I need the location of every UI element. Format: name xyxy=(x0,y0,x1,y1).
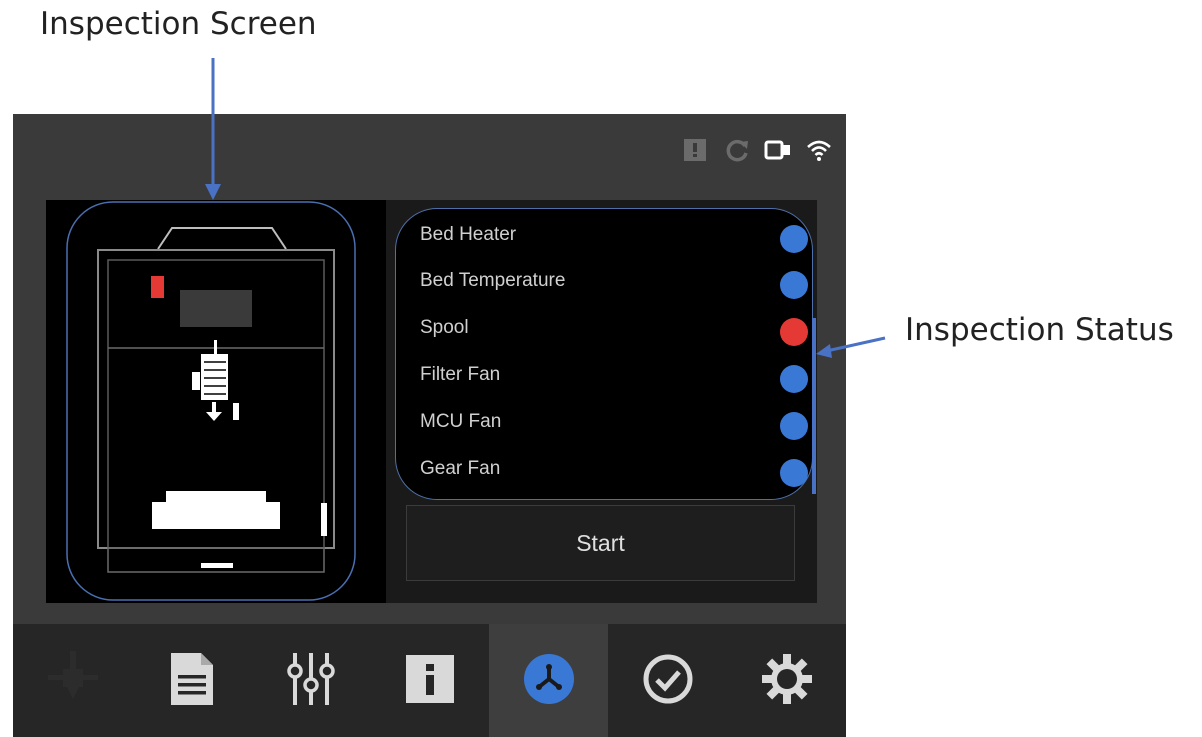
status-label: Spool xyxy=(420,317,469,338)
status-bar xyxy=(13,114,846,186)
inspection-status-callout: Inspection Status xyxy=(905,312,1174,348)
status-indicator-ok xyxy=(780,225,808,253)
tab-files[interactable] xyxy=(132,624,251,737)
tab-nozzle[interactable] xyxy=(13,624,132,737)
tab-settings[interactable] xyxy=(727,624,846,737)
camera-icon xyxy=(764,138,792,166)
tab-adjustments[interactable] xyxy=(251,624,370,737)
wifi-icon xyxy=(806,138,832,166)
inspection-panel: Bed Heater Bed Temperature Spool Filter … xyxy=(46,200,817,603)
checkmark-icon xyxy=(642,653,694,709)
document-icon xyxy=(170,652,213,709)
printer-diagram xyxy=(46,200,386,603)
status-row-mcu-fan: MCU Fan xyxy=(420,407,810,443)
inspection-screen-callout: Inspection Screen xyxy=(40,6,317,42)
status-row-gear-fan: Gear Fan xyxy=(420,454,810,490)
refresh-icon xyxy=(726,138,750,166)
gear-icon xyxy=(761,653,813,709)
printer-touchscreen: Bed Heater Bed Temperature Spool Filter … xyxy=(13,114,846,737)
nozzle-icon xyxy=(47,650,98,711)
status-indicator-error xyxy=(780,318,808,346)
status-indicator-ok xyxy=(780,271,808,299)
inspection-icon xyxy=(523,653,575,709)
status-row-bed-temperature: Bed Temperature xyxy=(420,266,810,302)
tab-info[interactable] xyxy=(370,624,489,737)
spool-indicator xyxy=(151,276,164,298)
tab-inspection[interactable] xyxy=(489,624,608,737)
status-label: Filter Fan xyxy=(420,364,501,385)
status-row-filter-fan: Filter Fan xyxy=(420,360,810,396)
status-label: Bed Heater xyxy=(420,224,517,245)
status-row-spool: Spool xyxy=(420,313,810,349)
status-row-bed-heater: Bed Heater xyxy=(420,220,810,256)
inspection-status-list: Bed Heater Bed Temperature Spool Filter … xyxy=(395,208,813,500)
status-indicator-ok xyxy=(780,459,808,487)
sliders-icon xyxy=(286,652,335,709)
start-button[interactable]: Start xyxy=(406,505,795,581)
status-label: MCU Fan xyxy=(420,411,502,432)
warning-icon xyxy=(683,138,707,166)
status-indicator-ok xyxy=(780,412,808,440)
info-icon xyxy=(405,654,454,707)
tab-check[interactable] xyxy=(608,624,727,737)
status-label: Gear Fan xyxy=(420,458,501,479)
status-indicator-ok xyxy=(780,365,808,393)
inspection-status-panel: Bed Heater Bed Temperature Spool Filter … xyxy=(386,200,817,603)
bottom-tab-bar xyxy=(13,624,846,737)
status-label: Bed Temperature xyxy=(420,270,566,291)
